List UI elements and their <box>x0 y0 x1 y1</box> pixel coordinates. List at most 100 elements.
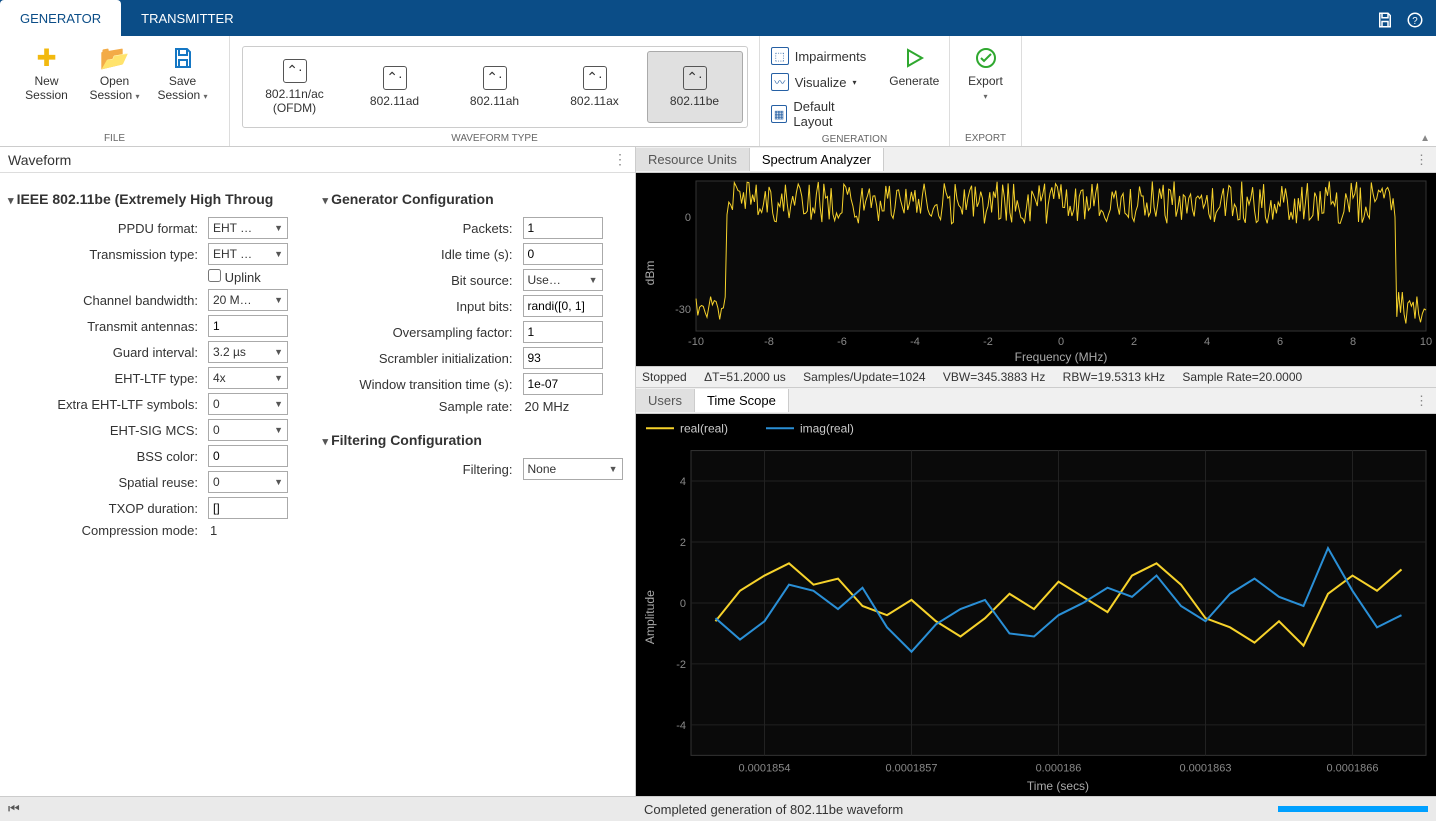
svg-text:-4: -4 <box>910 336 920 348</box>
svg-text:2: 2 <box>1131 336 1137 348</box>
txop-input[interactable] <box>208 497 288 519</box>
open-session-button[interactable]: 📂 Open Session ▾ <box>85 40 145 108</box>
window-input[interactable] <box>523 373 603 395</box>
generate-button[interactable]: Generate <box>884 40 944 92</box>
bottom-chart-menu-icon[interactable]: ⋮ <box>1407 393 1436 409</box>
wifi-icon: ⌃· <box>683 66 707 90</box>
svg-text:dBm: dBm <box>643 261 657 286</box>
filtering-select[interactable]: None▼ <box>523 458 623 480</box>
wifi-icon: ⌃· <box>383 66 407 90</box>
compression-value: 1 <box>208 523 217 538</box>
scrambler-label: Scrambler initialization: <box>323 351 523 366</box>
waveform-type-label: WAVEFORM TYPE <box>451 131 538 146</box>
bss-color-input[interactable] <box>208 445 288 467</box>
tab-spectrum-analyzer[interactable]: Spectrum Analyzer <box>750 148 884 171</box>
wifi-icon: ⌃· <box>483 66 507 90</box>
inputbits-input[interactable] <box>523 295 603 317</box>
impairments-button[interactable]: ⬚Impairments <box>765 44 877 68</box>
svg-text:0.0001863: 0.0001863 <box>1180 763 1232 775</box>
export-group-label: EXPORT <box>965 131 1006 146</box>
uplink-checkbox[interactable] <box>208 269 221 282</box>
svg-text:?: ? <box>1412 16 1418 27</box>
svg-text:-6: -6 <box>837 336 847 348</box>
txop-label: TXOP duration: <box>8 501 208 516</box>
svg-text:0.0001854: 0.0001854 <box>739 763 791 775</box>
default-layout-button[interactable]: ▦Default Layout <box>765 96 877 132</box>
eht-ltf-label: EHT-LTF type: <box>8 371 208 386</box>
impairments-icon: ⬚ <box>771 47 789 65</box>
channel-bw-select[interactable]: 20 M…▼ <box>208 289 288 311</box>
status-message: Completed generation of 802.11be wavefor… <box>644 802 903 817</box>
filtering-config-title[interactable]: Filtering Configuration <box>323 432 628 448</box>
svg-text:real(real): real(real) <box>680 421 728 435</box>
generation-group-label: GENERATION <box>822 132 887 147</box>
oversampling-input[interactable] <box>523 321 603 343</box>
ribbon-collapse-icon[interactable]: ▲ <box>1420 133 1430 144</box>
plus-icon: ✚ <box>36 44 56 72</box>
spatial-reuse-select[interactable]: 0▼ <box>208 471 288 493</box>
oversampling-label: Oversampling factor: <box>323 325 523 340</box>
svg-text:0: 0 <box>1058 336 1064 348</box>
wifi-icon: ⌃· <box>283 59 307 83</box>
svg-text:-2: -2 <box>676 659 686 671</box>
wtype-80211be[interactable]: ⌃·802.11be <box>647 51 743 123</box>
play-icon <box>902 44 926 72</box>
tx-antennas-input[interactable] <box>208 315 288 337</box>
svg-text:-10: -10 <box>688 336 704 348</box>
wtype-80211ad[interactable]: ⌃·802.11ad <box>347 51 443 123</box>
svg-text:2: 2 <box>680 537 686 549</box>
spectrum-chart: dBm 0 -30 -10-8-6-4-20246810 Frequency (… <box>636 173 1436 366</box>
svg-text:0.0001857: 0.0001857 <box>886 763 938 775</box>
top-chart-menu-icon[interactable]: ⋮ <box>1407 152 1436 168</box>
tab-transmitter[interactable]: TRANSMITTER <box>121 0 253 36</box>
idle-input[interactable] <box>523 243 603 265</box>
svg-text:-8: -8 <box>764 336 774 348</box>
idle-label: Idle time (s): <box>323 247 523 262</box>
compression-label: Compression mode: <box>8 523 208 538</box>
wtype-80211nacofdm[interactable]: ⌃·802.11n/ac (OFDM) <box>247 51 343 123</box>
svg-text:6: 6 <box>1277 336 1283 348</box>
bss-color-label: BSS color: <box>8 449 208 464</box>
tab-users[interactable]: Users <box>636 389 695 412</box>
ribbon: ✚ New Session 📂 Open Session ▾ Save Sess… <box>0 36 1436 147</box>
transmission-type-select[interactable]: EHT …▼ <box>208 243 288 265</box>
svg-text:4: 4 <box>1204 336 1210 348</box>
extra-eht-select[interactable]: 0▼ <box>208 393 288 415</box>
transmission-type-label: Transmission type: <box>8 247 208 262</box>
back-icon[interactable]: ⏮ <box>8 801 20 816</box>
ieee-section-title[interactable]: IEEE 802.11be (Extremely High Throug <box>8 191 313 207</box>
save-session-button[interactable]: Save Session ▾ <box>153 40 213 108</box>
floppy-icon <box>171 44 195 72</box>
export-button[interactable]: Export▾ <box>958 40 1014 108</box>
panel-menu-icon[interactable]: ⋮ <box>613 151 627 168</box>
inputbits-label: Input bits: <box>323 299 523 314</box>
guard-select[interactable]: 3.2 µs▼ <box>208 341 288 363</box>
svg-text:0: 0 <box>680 598 686 610</box>
new-session-button[interactable]: ✚ New Session <box>17 40 77 106</box>
visualize-button[interactable]: 〰Visualize ▾ <box>765 70 877 94</box>
eht-ltf-select[interactable]: 4x▼ <box>208 367 288 389</box>
sig-mcs-select[interactable]: 0▼ <box>208 419 288 441</box>
progress-bar <box>1278 806 1428 812</box>
sample-rate-label: Sample rate: <box>323 399 523 414</box>
ieee-section: IEEE 802.11be (Extremely High Throug PPD… <box>8 191 313 778</box>
filtering-label: Filtering: <box>323 462 523 477</box>
bitsource-select[interactable]: Use…▼ <box>523 269 603 291</box>
tab-time-scope[interactable]: Time Scope <box>695 389 789 412</box>
help-icon[interactable]: ? <box>1402 7 1428 36</box>
ppdu-format-select[interactable]: EHT …▼ <box>208 217 288 239</box>
waveform-panel-title: Waveform <box>8 152 71 168</box>
scrambler-input[interactable] <box>523 347 603 369</box>
visualize-icon: 〰 <box>771 73 789 91</box>
svg-text:-2: -2 <box>983 336 993 348</box>
sample-rate-value: 20 MHz <box>523 399 570 414</box>
generator-config-title[interactable]: Generator Configuration <box>323 191 628 207</box>
packets-input[interactable] <box>523 217 603 239</box>
svg-text:-4: -4 <box>676 720 686 732</box>
wtype-80211ax[interactable]: ⌃·802.11ax <box>547 51 643 123</box>
wtype-80211ah[interactable]: ⌃·802.11ah <box>447 51 543 123</box>
tab-generator[interactable]: GENERATOR <box>0 0 121 36</box>
tab-resource-units[interactable]: Resource Units <box>636 148 750 171</box>
channel-bw-label: Channel bandwidth: <box>8 293 208 308</box>
save-icon[interactable] <box>1372 7 1398 36</box>
